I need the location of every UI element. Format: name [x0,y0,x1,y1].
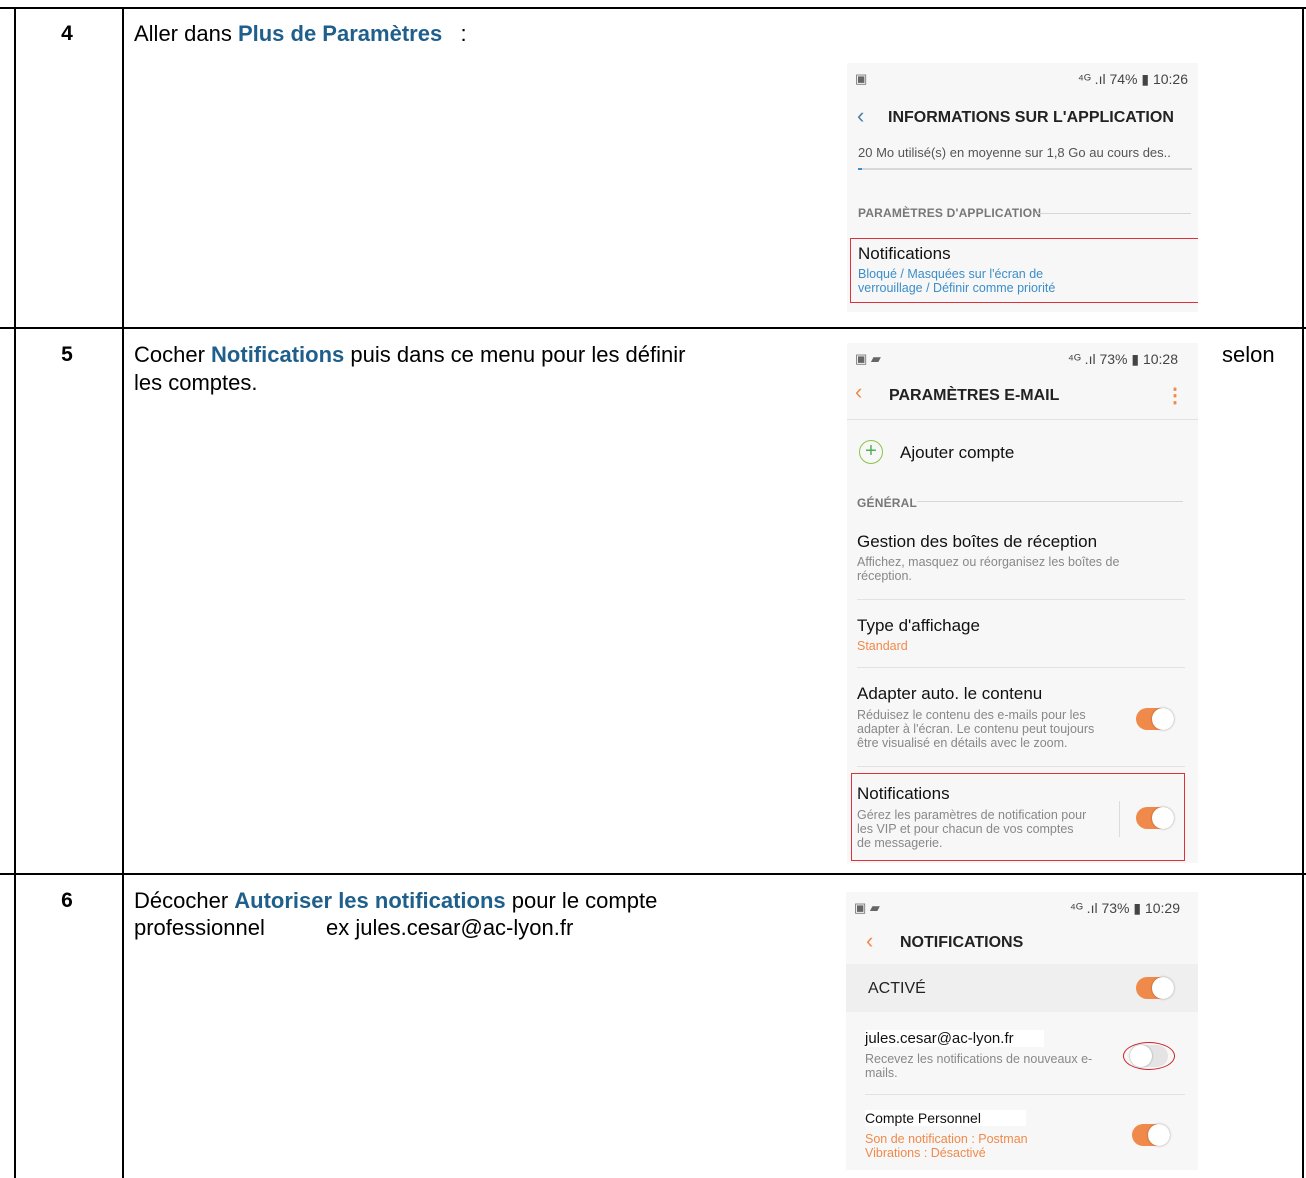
list-divider [857,766,1185,767]
display-type-title[interactable]: Type d'affichage [857,616,980,636]
display-type-value: Standard [857,639,908,653]
toggle-knob [1152,977,1174,999]
screen-title: NOTIFICATIONS [900,934,1024,951]
status-bar: ▣ ▰ ⁴ᴳ .ıl 73% ▮ 10:29 [854,898,1188,918]
auto-fit-toggle[interactable] [1136,708,1174,730]
row-divider [0,873,1306,875]
notifications-setting-desc: Gérez les paramètres de notification pou… [857,808,1087,822]
auto-fit-desc: adapter à l'écran. Le contenu peut toujo… [857,722,1095,736]
step-number: 6 [61,889,73,912]
step-instruction: Aller dans Plus de Paramètres : [134,20,467,48]
column-divider [122,7,124,1178]
table-border-top [0,7,1306,9]
toggle-knob [1148,1124,1170,1146]
toggle-knob [1152,807,1174,829]
instruction-keyword: Notifications [211,342,345,367]
notifications-setting-desc: de messagerie. [857,836,943,850]
inbox-management-title[interactable]: Gestion des boîtes de réception [857,532,1097,552]
master-notifications-toggle[interactable] [1136,977,1174,999]
status-indicators: ⁴ᴳ .ıl 73% ▮ 10:28 [1067,351,1178,367]
auto-fit-title[interactable]: Adapter auto. le contenu [857,684,1042,704]
personal-account-vibration: Vibrations : Désactivé [865,1146,986,1160]
instruction-trailing-text: selon [1222,342,1275,367]
list-divider [865,1094,1185,1095]
work-account-desc: mails. [865,1066,898,1080]
personal-account-toggle[interactable] [1132,1124,1170,1146]
list-divider [857,667,1185,668]
back-chevron-icon[interactable]: ‹ [857,103,864,129]
instruction-text: : [442,21,467,46]
instruction-text: pour le compte [505,888,658,913]
header-divider [847,419,1198,420]
add-account-button[interactable]: Ajouter compte [900,443,1014,463]
row-divider [0,327,1306,329]
instruction-text: Cocher [134,342,212,367]
instruction-text: puis dans ce menu pour les définir [344,342,686,367]
status-bar: ▣ ▰ ⁴ᴳ .ıl 73% ▮ 10:28 [855,349,1188,369]
toggle-knob [1130,1045,1152,1067]
step-instruction: Décocher Autoriser les notifications pou… [134,887,657,941]
gallery-chat-icons: ▣ ▰ [855,351,881,366]
usage-bar [858,168,1192,170]
inbox-management-desc: réception. [857,569,912,583]
status-indicators: ⁴ᴳ .ıl 74% ▮ 10:26 [1077,71,1188,87]
section-header: PARAMÈTRES D'APPLICATION [858,206,1042,220]
section-header: GÉNÉRAL [857,496,918,510]
notifications-setting-title[interactable]: Notifications [857,784,950,804]
instruction-text: professionnel ex jules.cesar@ac-lyon.fr [134,915,574,940]
table-border-right [1302,7,1304,1178]
more-options-icon[interactable]: ⋮ [1165,383,1185,408]
status-indicators: ⁴ᴳ .ıl 73% ▮ 10:29 [1069,900,1180,916]
step-number: 4 [61,22,73,45]
master-switch-label: ACTIVÉ [868,980,926,997]
phone-screenshot-email-settings: ▣ ▰ ⁴ᴳ .ıl 73% ▮ 10:28 ‹ PARAMÈTRES E-MA… [847,343,1198,863]
phone-screenshot-notifications: ▣ ▰ ⁴ᴳ .ıl 73% ▮ 10:29 ‹ NOTIFICATIONS A… [846,892,1198,1170]
status-bar: ▣ ⁴ᴳ .ıl 74% ▮ 10:26 [855,69,1188,89]
instruction-text: Aller dans [134,21,238,46]
inbox-management-desc: Affichez, masquez ou réorganisez les boî… [857,555,1120,569]
work-account-desc: Recevez les notifications de nouveaux e- [865,1052,1093,1066]
personal-account-title[interactable]: Compte Personnel [865,1110,1026,1126]
step-number: 5 [61,343,73,366]
instruction-keyword: Plus de Paramètres [237,21,443,46]
usage-bar-fill [858,168,862,170]
gallery-icon: ▣ [855,71,868,86]
work-account-toggle[interactable] [1130,1045,1168,1067]
instruction-text: Décocher [134,888,235,913]
auto-fit-desc: être visualisé en détails avec le zoom. [857,736,1068,750]
screen-title: INFORMATIONS SUR L'APPLICATION [888,109,1174,126]
toggle-knob [1152,708,1174,730]
notifications-toggle[interactable] [1136,807,1174,829]
auto-fit-desc: Réduisez le contenu des e-mails pour les [857,708,1086,722]
list-divider [857,599,1185,600]
storage-usage-text: 20 Mo utilisé(s) en moyenne sur 1,8 Go a… [858,145,1171,160]
back-chevron-icon[interactable]: ‹ [866,928,873,954]
table-border-left [14,7,16,1178]
step-instruction: Cocher Notifications puis dans ce menu p… [134,341,685,397]
instruction-text: les comptes. [134,370,258,395]
toggle-separator [1119,801,1120,837]
section-line [917,501,1183,502]
section-line [1037,213,1191,214]
phone-screenshot-app-info: ▣ ⁴ᴳ .ıl 74% ▮ 10:26 ‹ INFORMATIONS SUR … [847,63,1198,312]
notifications-setting-title[interactable]: Notifications [858,244,951,264]
work-account-title[interactable]: jules.cesar@ac-lyon.fr [865,1030,1044,1047]
notifications-setting-desc: les VIP et pour chacun de vos comptes [857,822,1074,836]
notifications-setting-desc: Bloqué / Masquées sur l'écran de [858,267,1044,281]
instruction-keyword: Autoriser les notifications [234,888,506,913]
add-icon[interactable]: + [859,440,883,464]
notifications-setting-desc: verrouillage / Définir comme priorité [858,281,1056,295]
personal-account-sound: Son de notification : Postman [865,1132,1028,1146]
gallery-chat-icons: ▣ ▰ [854,900,880,915]
back-chevron-icon[interactable]: ‹ [855,379,862,405]
screen-title: PARAMÈTRES E-MAIL [889,387,1060,404]
